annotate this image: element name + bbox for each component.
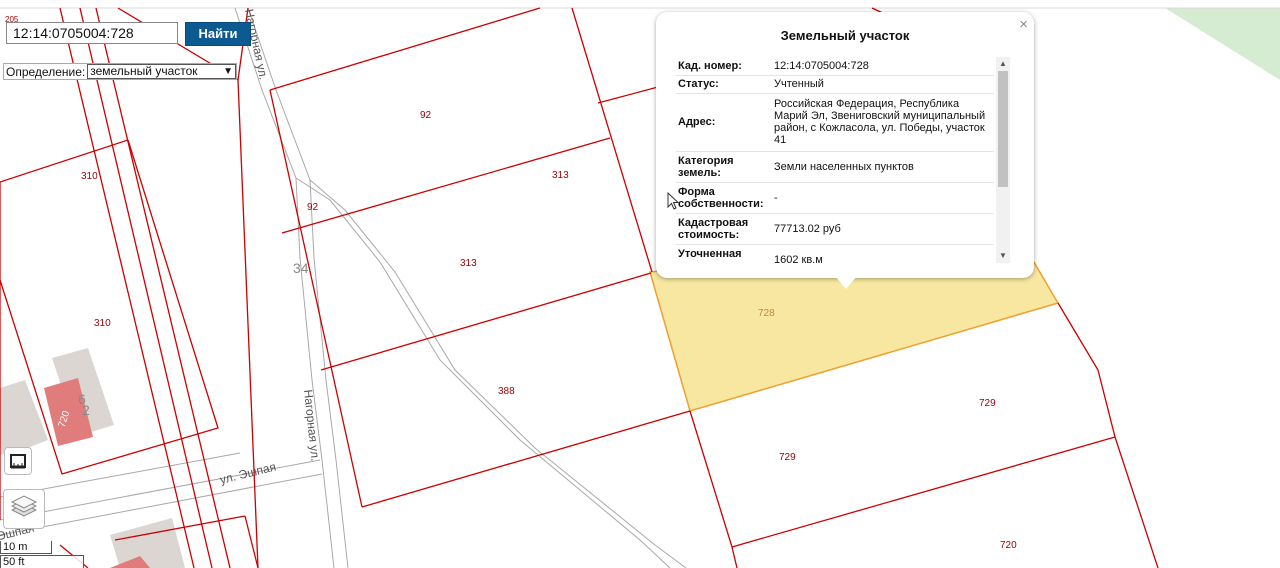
building bbox=[0, 380, 48, 455]
building-number: 34 bbox=[293, 260, 309, 276]
scale-bar: 10 m 50 ft bbox=[0, 541, 90, 568]
cursor-icon bbox=[667, 192, 679, 210]
scale-metric: 10 m bbox=[0, 541, 52, 554]
street-label: Нагорная ул. bbox=[301, 389, 322, 462]
table-row: Форма собственности: - bbox=[676, 182, 994, 214]
property-value: Российская Федерация, Республика Марий Э… bbox=[772, 93, 994, 152]
measure-button[interactable] bbox=[4, 447, 32, 475]
parcel-info-popup: × Земельный участок Кад. номер: 12:14:070… bbox=[656, 12, 1034, 278]
scroll-up-icon[interactable]: ▲ bbox=[996, 57, 1010, 71]
definition-selector: Определение: земельный участок ▼ bbox=[3, 63, 237, 80]
parcel-label: 728 bbox=[758, 308, 775, 319]
scale-imperial: 50 ft bbox=[0, 555, 84, 568]
roads bbox=[0, 7, 687, 568]
property-key: Статус: bbox=[676, 75, 772, 94]
table-row: Кадастровая стоимость: 77713.02 руб bbox=[676, 213, 994, 245]
property-value: Земли населенных пунктов bbox=[772, 151, 994, 183]
scroll-down-icon[interactable]: ▼ bbox=[996, 249, 1010, 263]
building-number: 2 bbox=[82, 402, 90, 418]
parcel-label: 729 bbox=[979, 398, 996, 409]
parcel-label: 729 bbox=[779, 452, 796, 463]
search-panel: 12:14:0705004:728 Найти bbox=[3, 19, 251, 49]
property-value: Учтенный bbox=[772, 75, 994, 94]
definition-selected-value: земельный участок bbox=[90, 64, 198, 78]
property-key: Форма собственности: bbox=[676, 182, 772, 214]
layers-icon bbox=[10, 495, 38, 517]
building bbox=[110, 518, 185, 568]
property-value: 12:14:0705004:728 bbox=[772, 57, 994, 76]
popup-pointer bbox=[835, 276, 857, 289]
parcel-properties-table: Кад. номер: 12:14:0705004:728 Статус: Учте… bbox=[676, 57, 994, 263]
property-key: Уточненная площадь: bbox=[676, 244, 772, 263]
popup-content[interactable]: Кад. номер: 12:14:0705004:728 Статус: Учте… bbox=[676, 57, 1010, 263]
chevron-down-icon: ▼ bbox=[223, 66, 233, 77]
cadastral-map[interactable]: 205 92 313 92 313 388 310 310 728 729 72… bbox=[0, 0, 1280, 568]
parcel-label: 313 bbox=[460, 258, 477, 269]
ruler-icon bbox=[10, 454, 26, 469]
green-area bbox=[1165, 8, 1280, 80]
search-button[interactable]: Найти bbox=[185, 22, 251, 46]
property-key: Кадастровая стоимость: bbox=[676, 213, 772, 245]
property-value: - bbox=[772, 182, 994, 214]
table-row: Уточненная площадь:1602 кв.м bbox=[676, 244, 994, 263]
table-row: Категория земель: Земли населенных пункто… bbox=[676, 151, 994, 183]
parcel-label: 310 bbox=[81, 171, 98, 182]
popup-scrollbar[interactable]: ▲ ▼ bbox=[996, 57, 1010, 263]
table-row: Адрес: Российская Федерация, Республика М… bbox=[676, 93, 994, 152]
cadastral-search-input[interactable]: 12:14:0705004:728 bbox=[6, 22, 178, 44]
property-value: 77713.02 руб bbox=[772, 213, 994, 245]
parcel-label: 92 bbox=[420, 110, 432, 121]
table-row: Кад. номер: 12:14:0705004:728 bbox=[676, 57, 994, 76]
property-value: 1602 кв.м bbox=[772, 244, 994, 263]
property-key: Категория земель: bbox=[676, 151, 772, 183]
definition-select[interactable]: земельный участок ▼ bbox=[87, 64, 236, 79]
parcel-label: 388 bbox=[498, 386, 515, 397]
parcel-label: 313 bbox=[552, 170, 569, 181]
table-row: Статус: Учтенный bbox=[676, 75, 994, 94]
definition-label: Определение: bbox=[6, 64, 86, 79]
street-label: ул. Эшпая bbox=[218, 459, 277, 486]
popup-title: Земельный участок bbox=[780, 28, 910, 43]
property-key: Кад. номер: bbox=[676, 57, 772, 76]
parcel-label: 92 bbox=[307, 202, 319, 213]
layers-button[interactable] bbox=[3, 489, 45, 529]
property-key: Адрес: bbox=[676, 93, 772, 152]
parcel-label: 720 bbox=[1000, 540, 1017, 551]
scroll-thumb[interactable] bbox=[998, 71, 1008, 187]
parcel-label: 310 bbox=[94, 318, 111, 329]
